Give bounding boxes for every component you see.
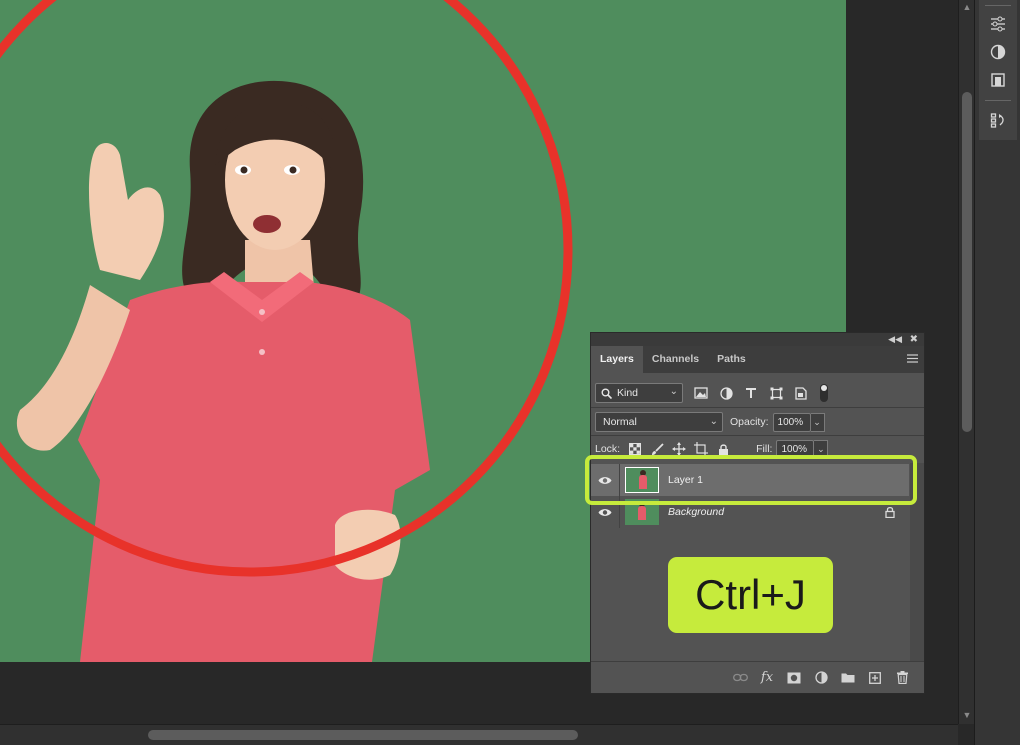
- visibility-eye-icon[interactable]: [591, 464, 619, 496]
- divider: [591, 435, 924, 436]
- blend-row: Normal ⌄ Opacity: 100% ⌄: [595, 411, 922, 433]
- filter-icons: [693, 384, 828, 402]
- lock-all-icon[interactable]: [716, 442, 730, 456]
- layer-name[interactable]: Background: [668, 506, 724, 518]
- photoshop-window: ▲ ▼ ◀◀ ✖ Layers Channels Paths Kind ⌄ No…: [0, 0, 1020, 745]
- adjustments-icon[interactable]: [979, 10, 1017, 38]
- right-panel-dock: [974, 0, 1020, 745]
- layer-row-background[interactable]: Background: [591, 496, 909, 528]
- blend-mode-value: Normal: [603, 416, 637, 428]
- search-icon: [601, 388, 612, 399]
- divider: [591, 407, 924, 408]
- layer-thumbnail: [625, 499, 659, 525]
- divider: [619, 464, 620, 496]
- dock-separator: [985, 5, 1011, 6]
- layer-filter-row: Kind ⌄: [595, 381, 922, 405]
- panel-title-bar: ◀◀ ✖: [591, 333, 924, 346]
- shape-layer-filter-icon[interactable]: [768, 385, 784, 401]
- thumbnail-figure-body: [639, 475, 647, 489]
- lock-icons: [628, 442, 730, 456]
- scroll-down-icon[interactable]: ▼: [959, 708, 975, 722]
- close-panel-icon[interactable]: ✖: [910, 333, 918, 346]
- panel-tabs: Layers Channels Paths: [591, 346, 924, 373]
- fill-dropdown-icon[interactable]: ⌄: [814, 439, 829, 459]
- layer-lock-icon[interactable]: [885, 505, 895, 523]
- collapse-panel-icon[interactable]: ◀◀: [888, 333, 902, 346]
- delete-layer-trash-icon[interactable]: [894, 670, 910, 686]
- layer-style-fx-icon[interactable]: fx: [759, 670, 775, 686]
- filter-toggle[interactable]: [820, 384, 828, 402]
- shortcut-callout: Ctrl+J: [668, 557, 833, 633]
- add-layer-mask-icon[interactable]: [786, 670, 802, 686]
- layers-panel: ◀◀ ✖ Layers Channels Paths Kind ⌄ Normal…: [590, 332, 925, 694]
- lock-artboard-icon[interactable]: [694, 442, 709, 456]
- color-contrast-icon[interactable]: [979, 38, 1017, 66]
- horizontal-scroll-thumb[interactable]: [148, 730, 578, 740]
- tab-channels[interactable]: Channels: [643, 346, 708, 373]
- dock-separator: [985, 100, 1011, 101]
- chevron-down-icon: ⌄: [709, 416, 718, 427]
- adjustment-layer-filter-icon[interactable]: [718, 385, 734, 401]
- opacity-label: Opacity:: [730, 416, 769, 428]
- panel-menu-icon[interactable]: [907, 354, 918, 366]
- new-adjustment-layer-icon[interactable]: [813, 670, 829, 686]
- fill-input[interactable]: 100%: [776, 439, 815, 459]
- divider: [619, 496, 620, 528]
- link-layers-icon[interactable]: [732, 670, 748, 686]
- opacity-dropdown-icon[interactable]: ⌄: [810, 412, 825, 432]
- lock-transparent-pixels-icon[interactable]: [628, 442, 642, 456]
- type-layer-filter-icon[interactable]: [743, 385, 759, 401]
- new-group-folder-icon[interactable]: [840, 670, 856, 686]
- lock-label: Lock:: [595, 443, 621, 455]
- vertical-scroll-thumb[interactable]: [962, 92, 972, 432]
- vertical-scrollbar[interactable]: ▲ ▼: [958, 0, 974, 724]
- tab-paths[interactable]: Paths: [708, 346, 755, 373]
- layer-thumbnail: [625, 467, 659, 493]
- lock-image-pixels-icon[interactable]: [650, 442, 664, 456]
- history-icon[interactable]: [979, 106, 1017, 134]
- new-layer-icon[interactable]: [867, 670, 883, 686]
- lock-position-icon[interactable]: [672, 442, 687, 456]
- panel-bottom-toolbar: fx: [591, 661, 924, 693]
- pixel-layer-filter-icon[interactable]: [693, 385, 709, 401]
- layer-row-layer-1[interactable]: Layer 1: [591, 464, 909, 496]
- visibility-eye-icon[interactable]: [591, 496, 619, 528]
- layer-name[interactable]: Layer 1: [668, 474, 703, 486]
- filter-kind-select[interactable]: Kind ⌄: [595, 383, 683, 403]
- chevron-down-icon: ⌄: [669, 386, 678, 397]
- filter-kind-label: Kind: [617, 387, 639, 399]
- layer-list-scrollbar[interactable]: [910, 463, 924, 663]
- fill-label: Fill:: [756, 443, 773, 455]
- tab-layers[interactable]: Layers: [591, 346, 643, 373]
- smart-object-filter-icon[interactable]: [793, 385, 809, 401]
- horizontal-scrollbar[interactable]: [0, 724, 958, 745]
- lock-row: Lock: Fill: 100% ⌄: [595, 439, 922, 459]
- thumbnail-figure-body: [638, 506, 646, 520]
- blend-mode-select[interactable]: Normal ⌄: [595, 412, 723, 432]
- properties-icon[interactable]: [979, 66, 1017, 94]
- opacity-input[interactable]: 100%: [772, 412, 811, 432]
- scroll-up-icon[interactable]: ▲: [959, 0, 975, 14]
